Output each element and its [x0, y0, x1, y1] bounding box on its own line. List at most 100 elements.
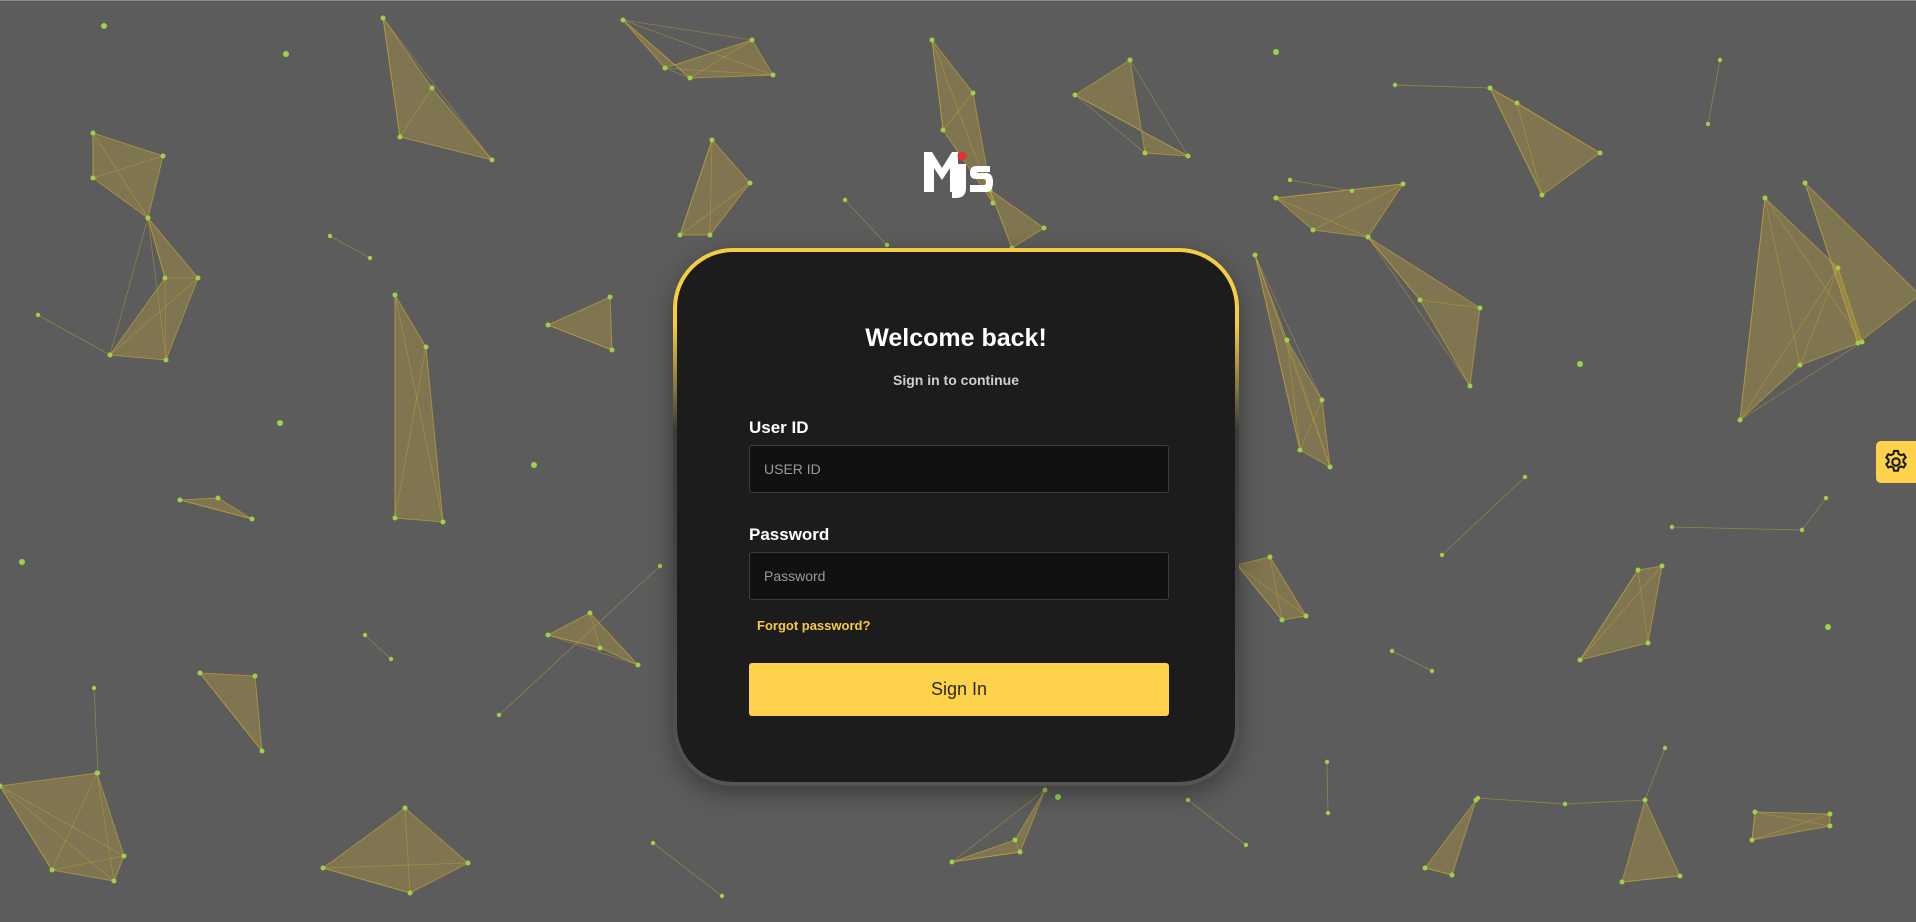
network-cluster	[1424, 799, 1477, 876]
network-node	[177, 497, 183, 503]
network-node	[1012, 837, 1018, 843]
network-node	[884, 242, 890, 248]
network-node	[1717, 57, 1723, 63]
gear-icon	[1885, 449, 1907, 472]
network-cluster	[321, 807, 469, 894]
network-node	[1659, 563, 1665, 569]
network-node	[1319, 397, 1325, 403]
network-node	[392, 515, 398, 521]
network-node	[1243, 842, 1249, 848]
sign-in-button[interactable]: Sign In	[749, 663, 1169, 716]
network-node	[1827, 823, 1833, 829]
network-node	[1327, 464, 1333, 470]
network-node	[160, 153, 166, 159]
network-node	[49, 867, 55, 873]
network-node	[747, 180, 753, 186]
network-link	[1644, 747, 1666, 801]
network-node	[609, 347, 615, 353]
network-node	[90, 175, 96, 181]
network-node	[719, 893, 725, 899]
network-node	[327, 233, 333, 239]
network-node	[970, 90, 976, 96]
user-id-label: User ID	[749, 418, 809, 437]
network-link	[1671, 526, 1803, 531]
network-cluster	[679, 139, 751, 236]
network-node	[1645, 640, 1651, 646]
network-node	[429, 85, 435, 91]
network-node	[367, 255, 373, 261]
network-node	[35, 312, 41, 318]
network-node	[1365, 234, 1371, 240]
network-link	[1391, 650, 1433, 672]
network-link	[329, 235, 371, 259]
network-cluster	[546, 296, 613, 351]
network-node	[1127, 57, 1133, 63]
network-node	[1677, 873, 1683, 879]
network-node	[423, 344, 429, 350]
network-node	[1142, 150, 1148, 156]
network-node	[1855, 340, 1861, 346]
network-node	[402, 805, 408, 811]
network-node	[1514, 100, 1520, 106]
network-node	[19, 559, 25, 565]
network-node	[195, 275, 201, 281]
network-node	[1562, 801, 1568, 807]
network-link	[1441, 476, 1526, 556]
network-node	[607, 294, 613, 300]
network-link	[1477, 797, 1566, 805]
network-node	[1324, 759, 1330, 765]
network-node	[1642, 797, 1648, 803]
forgot-password-link[interactable]: Forgot password?	[757, 618, 870, 633]
network-link	[498, 565, 661, 716]
network-link	[1187, 799, 1247, 846]
network-node	[95, 770, 101, 776]
network-node	[101, 23, 107, 29]
network-node	[1310, 227, 1316, 233]
network-node	[587, 610, 593, 616]
network-node	[111, 878, 117, 884]
network-node	[545, 322, 551, 328]
network-node	[1752, 809, 1758, 815]
network-node	[107, 352, 113, 358]
network-node	[1055, 794, 1061, 800]
network-node	[1487, 85, 1493, 91]
network-node	[259, 748, 265, 754]
network-node	[380, 15, 386, 21]
network-node	[1389, 648, 1395, 654]
network-node	[1349, 188, 1355, 194]
network-cluster	[988, 188, 1045, 249]
network-node	[252, 673, 258, 679]
page-title: Welcome back!	[865, 324, 1047, 352]
network-node	[283, 51, 289, 57]
network-cluster	[622, 19, 774, 79]
network-node	[91, 685, 97, 691]
network-node	[1252, 252, 1258, 258]
network-node	[1017, 849, 1023, 855]
network-node	[940, 127, 946, 133]
user-id-input[interactable]	[749, 445, 1169, 493]
network-node	[1273, 195, 1279, 201]
network-node	[677, 232, 683, 238]
network-link	[1564, 799, 1646, 805]
network-link	[364, 634, 392, 660]
settings-button[interactable]	[1876, 441, 1916, 483]
network-node	[440, 519, 446, 525]
network-link	[37, 314, 111, 356]
network-node	[1662, 745, 1668, 751]
network-node	[1762, 195, 1768, 201]
network-node	[1467, 383, 1473, 389]
password-input[interactable]	[749, 552, 1169, 600]
network-node	[1325, 810, 1331, 816]
network-node	[1400, 181, 1406, 187]
network-link	[1707, 59, 1721, 125]
network-node	[949, 859, 955, 865]
network-node	[496, 712, 502, 718]
network-node	[657, 563, 663, 569]
network-node	[215, 495, 221, 501]
network-node	[545, 632, 551, 638]
network-node	[620, 17, 626, 23]
network-link	[1326, 761, 1329, 814]
network-node	[407, 890, 413, 896]
network-node	[465, 860, 471, 866]
network-node	[1279, 617, 1285, 623]
